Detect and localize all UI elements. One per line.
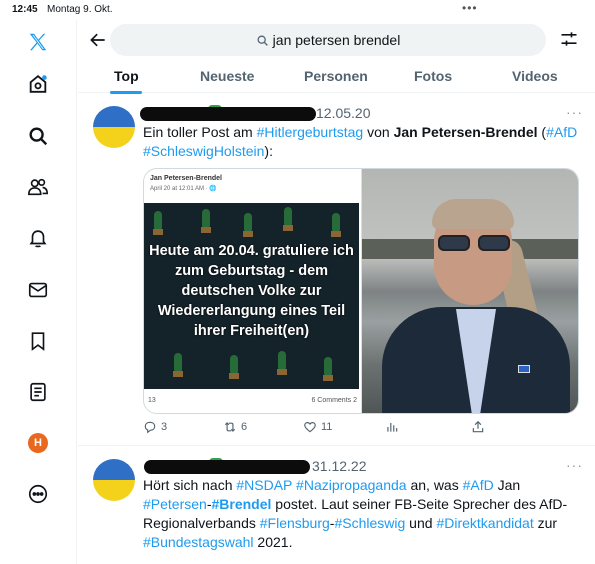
avatar-ukraine-flag[interactable] <box>93 459 135 501</box>
share-button[interactable] <box>471 420 489 434</box>
tweet-date[interactable]: 31.12.22 <box>312 458 367 474</box>
tab-top[interactable]: Top <box>114 68 139 84</box>
sidebar-nav: H <box>0 20 77 564</box>
status-time: 12:45 <box>12 4 38 15</box>
tweet-media[interactable]: Jan Petersen-Brendel April 20 at 12:01 A… <box>143 168 579 414</box>
search-tabs: Top Neueste Personen Fotos Videos <box>78 60 595 94</box>
heart-icon <box>304 422 316 433</box>
list-icon[interactable] <box>24 378 52 406</box>
profile-avatar[interactable]: H <box>24 429 52 457</box>
hashtag[interactable]: #Brendel <box>212 496 272 512</box>
more-options-icon[interactable]: ··· <box>566 104 583 120</box>
hashtag[interactable]: #Petersen <box>143 496 207 512</box>
hashtag[interactable]: #Hitlergeburtstag <box>257 124 364 140</box>
hashtag[interactable]: #Direktkandidat <box>436 515 533 531</box>
fb-author: Jan Petersen-Brendel <box>150 175 222 182</box>
bell-icon[interactable] <box>24 224 52 252</box>
back-arrow-icon[interactable] <box>86 28 110 52</box>
search-header: jan petersen brendel <box>78 20 595 60</box>
tweet-text: Hört sich nach #NSDAP #Nazipropaganda an… <box>143 477 568 550</box>
tab-personen[interactable]: Personen <box>304 68 368 84</box>
tab-neueste[interactable]: Neueste <box>200 68 254 84</box>
tab-fotos[interactable]: Fotos <box>414 68 452 84</box>
afd-pin <box>518 365 530 373</box>
fb-cactus-image: Heute am 20.04. gratuliere ich zum Gebur… <box>144 203 359 389</box>
mail-icon[interactable] <box>24 276 52 304</box>
x-logo-icon[interactable] <box>24 28 52 56</box>
share-icon <box>472 420 484 433</box>
bar-chart-icon <box>387 422 398 432</box>
filter-icon[interactable] <box>558 28 580 50</box>
hashtag[interactable]: #Bundestagswahl <box>143 534 254 550</box>
redacted-username <box>144 460 310 474</box>
fb-post-caption: Heute am 20.04. gratuliere ich zum Gebur… <box>149 243 354 339</box>
hashtag[interactable]: #Schleswig <box>334 515 405 531</box>
tweet-text: Ein toller Post am #Hitlergeburtstag von… <box>143 124 578 159</box>
home-icon[interactable] <box>24 70 52 98</box>
facebook-post-screenshot: Jan Petersen-Brendel April 20 at 12:01 A… <box>144 169 362 413</box>
retweet-button[interactable]: 6 <box>223 420 247 434</box>
fb-timestamp: April 20 at 12:01 AM · 🌐 <box>150 186 217 192</box>
hashtag[interactable]: #SchleswigHolstein <box>143 143 264 159</box>
more-circle-icon[interactable] <box>24 480 52 508</box>
tweet-actions: 3 6 11 <box>143 420 493 438</box>
hashtag[interactable]: #Nazipropaganda <box>296 477 407 493</box>
reply-button[interactable]: 3 <box>143 420 167 434</box>
tweet[interactable]: 31.12.22 ··· Hört sich nach #NSDAP #Nazi… <box>78 447 595 564</box>
analytics-button[interactable] <box>385 420 403 434</box>
search-field-icon <box>257 35 268 46</box>
search-query: jan petersen brendel <box>272 32 401 48</box>
status-bar: 12:45 Montag 9. Okt. ••• <box>0 0 595 20</box>
tweet-date[interactable]: 12.05.20 <box>316 105 371 121</box>
hashtag[interactable]: #NSDAP <box>236 477 292 493</box>
portrait-photo <box>362 169 578 413</box>
search-input[interactable]: jan petersen brendel <box>110 24 546 56</box>
retweet-icon <box>224 422 236 432</box>
hashtag[interactable]: #Flensburg <box>260 515 330 531</box>
multitasking-dots[interactable]: ••• <box>462 1 478 15</box>
search-icon[interactable] <box>24 122 52 150</box>
redacted-username <box>140 107 316 121</box>
hashtag[interactable]: #AfD <box>463 477 494 493</box>
tweet[interactable]: 12.05.20 ··· Ein toller Post am #Hitlerg… <box>78 94 595 446</box>
avatar-ukraine-flag[interactable] <box>93 106 135 148</box>
like-button[interactable]: 11 <box>303 420 332 434</box>
more-options-icon[interactable]: ··· <box>566 457 583 473</box>
people-icon[interactable] <box>24 173 52 201</box>
reply-icon <box>144 421 156 434</box>
fb-reactions-count: 13 <box>148 397 156 404</box>
status-date: Montag 9. Okt. <box>47 4 113 15</box>
fb-comments-count: 6 Comments 2 <box>311 397 357 404</box>
bookmark-icon[interactable] <box>24 327 52 355</box>
tab-videos[interactable]: Videos <box>512 68 558 84</box>
hashtag[interactable]: #AfD <box>546 124 577 140</box>
